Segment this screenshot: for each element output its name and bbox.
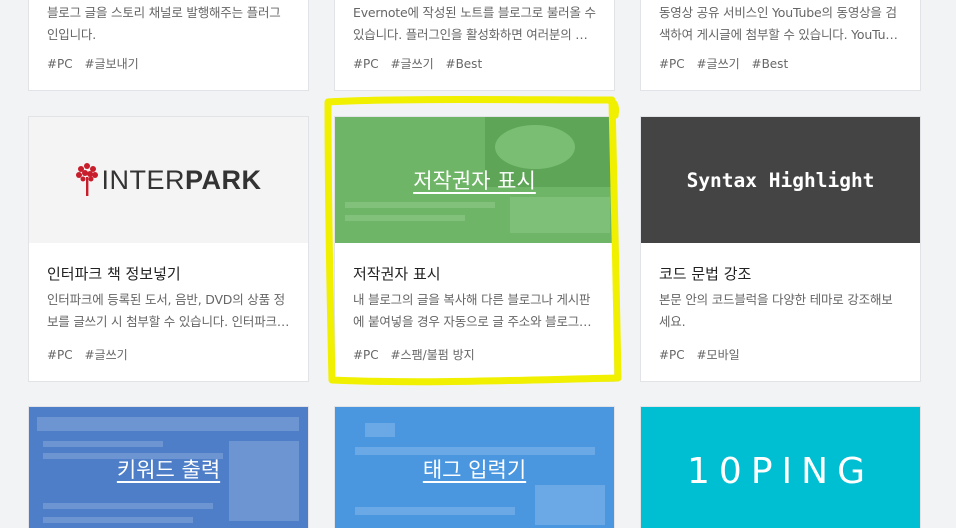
plugin-card-copyright[interactable]: 저작권자 표시 저작권자 표시 내 블로그의 글을 복사해 다른 블로그나 게시… bbox=[334, 116, 615, 382]
thumbnail-label[interactable]: 저작권자 표시 bbox=[335, 165, 614, 195]
preview-line bbox=[355, 507, 515, 515]
plugin-title[interactable]: 코드 문법 강조 bbox=[659, 263, 902, 285]
thumbnail-label[interactable]: 태그 입력기 bbox=[335, 454, 614, 484]
thumbnail-label[interactable]: 키워드 출력 bbox=[29, 454, 308, 484]
thumbnail-label: Syntax Highlight bbox=[686, 168, 875, 192]
tag[interactable]: #PC bbox=[47, 348, 73, 362]
plugin-title[interactable]: 인터파크 책 정보넣기 bbox=[47, 263, 290, 285]
logo-text-park: PARK bbox=[184, 164, 262, 195]
plugin-thumbnail[interactable]: 키워드 출력 bbox=[29, 407, 308, 528]
plugin-card-youtube[interactable]: 동영상 공유 서비스인 YouTube의 동영상을 검색하여 게시글에 첨부할 … bbox=[640, 0, 921, 91]
plugin-desc: Evernote에 작성된 노트를 블로그로 불러올 수 있습니다. 플러그인을… bbox=[353, 5, 596, 42]
preview-line bbox=[43, 517, 193, 523]
plugin-card-evernote[interactable]: Evernote에 작성된 노트를 블로그로 불러올 수 있습니다. 플러그인을… bbox=[334, 0, 615, 91]
preview-button bbox=[365, 423, 395, 437]
plugin-tags: #PC #모바일 bbox=[659, 347, 902, 363]
plugin-card-tag-input[interactable]: 태그 입력기 bbox=[334, 406, 615, 528]
plugin-card-10ping[interactable]: 10PING bbox=[640, 406, 921, 528]
plugin-desc: 인터파크에 등록된 도서, 음반, DVD의 상품 정보를 글쓰기 시 첨부할 … bbox=[47, 292, 290, 329]
tag[interactable]: #글쓰기 bbox=[391, 57, 434, 71]
plugin-tags: #PC #글쓰기 bbox=[47, 347, 290, 363]
10ping-logo: 10PING bbox=[687, 451, 874, 492]
plugin-tags: #PC #글쓰기 #Best bbox=[353, 56, 596, 72]
plugin-thumbnail[interactable]: 저작권자 표시 bbox=[335, 117, 614, 243]
preview-header-bar bbox=[37, 417, 299, 431]
tag[interactable]: #모바일 bbox=[697, 348, 740, 362]
preview-line bbox=[43, 503, 213, 509]
tag[interactable]: #Best bbox=[752, 57, 789, 71]
plugin-card-interpark[interactable]: INTERPARK 인터파크 책 정보넣기 인터파크에 등록된 도서, 음반, … bbox=[28, 116, 309, 382]
plugin-desc: 본문 안의 코드블럭을 다양한 테마로 강조해보세요. bbox=[659, 292, 893, 329]
preview-line bbox=[43, 441, 163, 447]
plugin-thumbnail[interactable]: Syntax Highlight bbox=[641, 117, 920, 243]
tag[interactable]: #스팸/불펌 방지 bbox=[391, 348, 475, 362]
tag[interactable]: #글보내기 bbox=[85, 57, 139, 71]
plugin-thumbnail[interactable]: 태그 입력기 bbox=[335, 407, 614, 528]
interpark-tree-icon bbox=[76, 163, 99, 196]
tag[interactable]: #PC bbox=[47, 57, 73, 71]
plugin-thumbnail[interactable]: INTERPARK bbox=[29, 117, 308, 243]
tag[interactable]: #글쓰기 bbox=[85, 348, 128, 362]
plugin-desc: 동영상 공유 서비스인 YouTube의 동영상을 검색하여 게시글에 첨부할 … bbox=[659, 5, 898, 42]
plugin-desc: 내 블로그의 글을 복사해 다른 블로그나 게시판에 붙여넣을 경우 자동으로 … bbox=[353, 292, 592, 329]
plugin-tags: #PC #글보내기 bbox=[47, 56, 290, 72]
interpark-logo: INTERPARK bbox=[75, 163, 261, 197]
plugin-tags: #PC #글쓰기 #Best bbox=[659, 56, 902, 72]
logo-text-inter: INTER bbox=[101, 164, 185, 195]
tag[interactable]: #PC bbox=[659, 348, 685, 362]
tag[interactable]: #PC bbox=[353, 348, 379, 362]
plugin-card-syntax-highlight[interactable]: Syntax Highlight 코드 문법 강조 본문 안의 코드블럭을 다양… bbox=[640, 116, 921, 382]
tag[interactable]: #PC bbox=[353, 57, 379, 71]
tag[interactable]: #Best bbox=[446, 57, 483, 71]
plugin-card-keyword-output[interactable]: 키워드 출력 bbox=[28, 406, 309, 528]
plugin-thumbnail[interactable]: 10PING bbox=[641, 407, 920, 528]
preview-box bbox=[535, 485, 605, 525]
plugin-card-story-channel[interactable]: 블로그 글을 스토리 채널로 발행해주는 플러그인입니다. #PC #글보내기 bbox=[28, 0, 309, 91]
tag[interactable]: #글쓰기 bbox=[697, 57, 740, 71]
plugin-tags: #PC #스팸/불펌 방지 bbox=[353, 347, 596, 363]
plugin-title[interactable]: 저작권자 표시 bbox=[353, 263, 596, 285]
tag[interactable]: #PC bbox=[659, 57, 685, 71]
plugin-desc: 블로그 글을 스토리 채널로 발행해주는 플러그인입니다. bbox=[47, 5, 281, 42]
